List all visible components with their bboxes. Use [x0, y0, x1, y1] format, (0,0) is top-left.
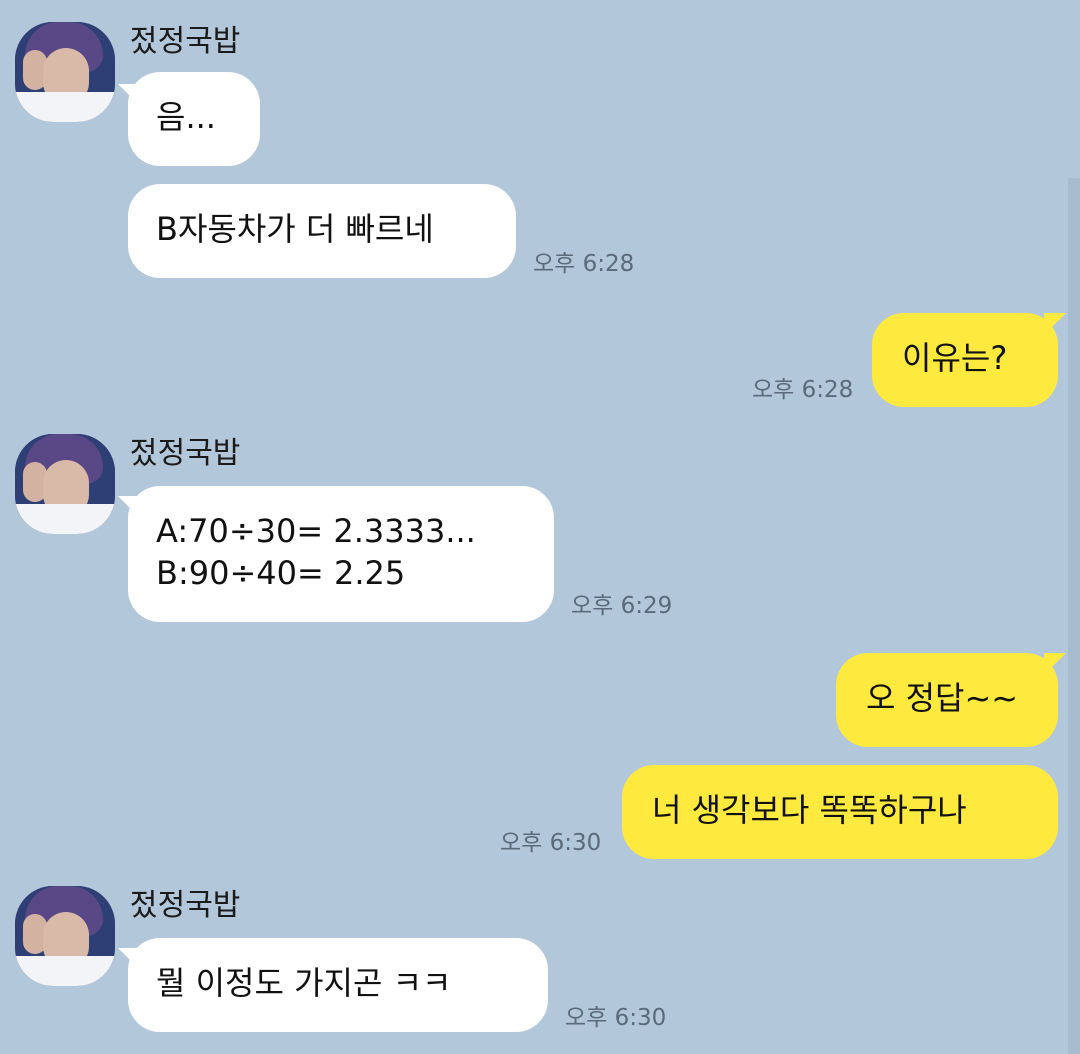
sender-name: 젔정국밥: [130, 436, 241, 471]
avatar[interactable]: [15, 434, 115, 534]
scrollbar[interactable]: [1068, 178, 1080, 1054]
message-timestamp: 오후 6:28: [533, 251, 635, 277]
sender-name: 젔정국밥: [130, 888, 241, 923]
message-bubble-outgoing[interactable]: 너 생각보다 똑똑하구나: [622, 765, 1058, 859]
chat-room: 젔정국밥 음... B자동차가 더 빠르네 오후 6:28 이유는? 오후 6:…: [0, 0, 1080, 1054]
avatar-shirt: [15, 92, 115, 122]
bubble-tail: [1044, 653, 1066, 675]
message-bubble-incoming[interactable]: A:70÷30= 2.3333... B:90÷40= 2.25: [128, 486, 554, 622]
message-timestamp: 오후 6:30: [565, 1005, 667, 1031]
sender-name: 젔정국밥: [130, 24, 241, 59]
message-bubble-outgoing[interactable]: 오 정답~~: [836, 653, 1058, 747]
message-timestamp: 오후 6:30: [500, 830, 602, 856]
message-bubble-incoming[interactable]: 뭘 이정도 가지곤 ㅋㅋ: [128, 938, 548, 1032]
message-timestamp: 오후 6:28: [752, 377, 854, 403]
avatar[interactable]: [15, 22, 115, 122]
avatar-shirt: [15, 956, 115, 986]
message-bubble-incoming[interactable]: 음...: [128, 72, 260, 166]
message-bubble-outgoing[interactable]: 이유는?: [872, 313, 1058, 407]
avatar-shirt: [15, 504, 115, 534]
avatar[interactable]: [15, 886, 115, 986]
message-bubble-incoming[interactable]: B자동차가 더 빠르네: [128, 184, 516, 278]
message-timestamp: 오후 6:29: [571, 593, 673, 619]
bubble-tail: [1044, 313, 1066, 335]
